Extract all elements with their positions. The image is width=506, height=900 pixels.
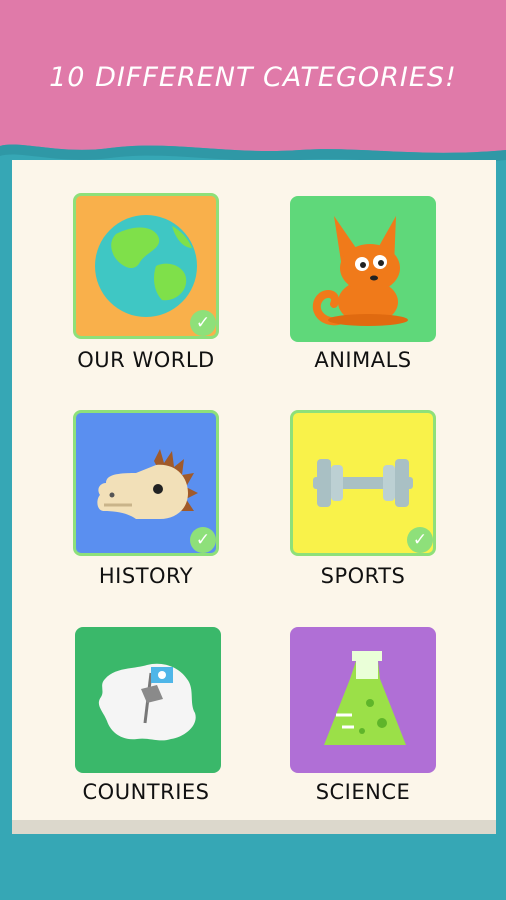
category-countries-button[interactable] (75, 627, 221, 773)
category-our-world-button[interactable]: ✓ (73, 193, 219, 339)
flask-icon (324, 651, 406, 745)
category-sports-button[interactable]: ✓ (290, 410, 436, 556)
antarctica-flag-icon (98, 663, 196, 741)
category-label: COUNTRIES (82, 780, 210, 804)
category-label: OUR WORLD (77, 348, 215, 372)
category-label: HISTORY (98, 564, 194, 588)
category-label: ANIMALS (314, 348, 412, 372)
completed-check-icon: ✓ (190, 527, 216, 553)
page-title: 10 DIFFERENT CATEGORIES! (49, 62, 457, 93)
category-science-button[interactable] (290, 627, 436, 773)
header-banner: 10 DIFFERENT CATEGORIES! (0, 0, 506, 170)
category-animals-button[interactable] (290, 196, 436, 342)
panel-edge (12, 820, 496, 834)
category-history-button[interactable]: ✓ (73, 410, 219, 556)
completed-check-icon: ✓ (190, 310, 216, 336)
category-label: SPORTS (320, 564, 406, 588)
fox-icon (312, 216, 408, 326)
completed-check-icon: ✓ (407, 527, 433, 553)
category-label: SCIENCE (315, 780, 411, 804)
